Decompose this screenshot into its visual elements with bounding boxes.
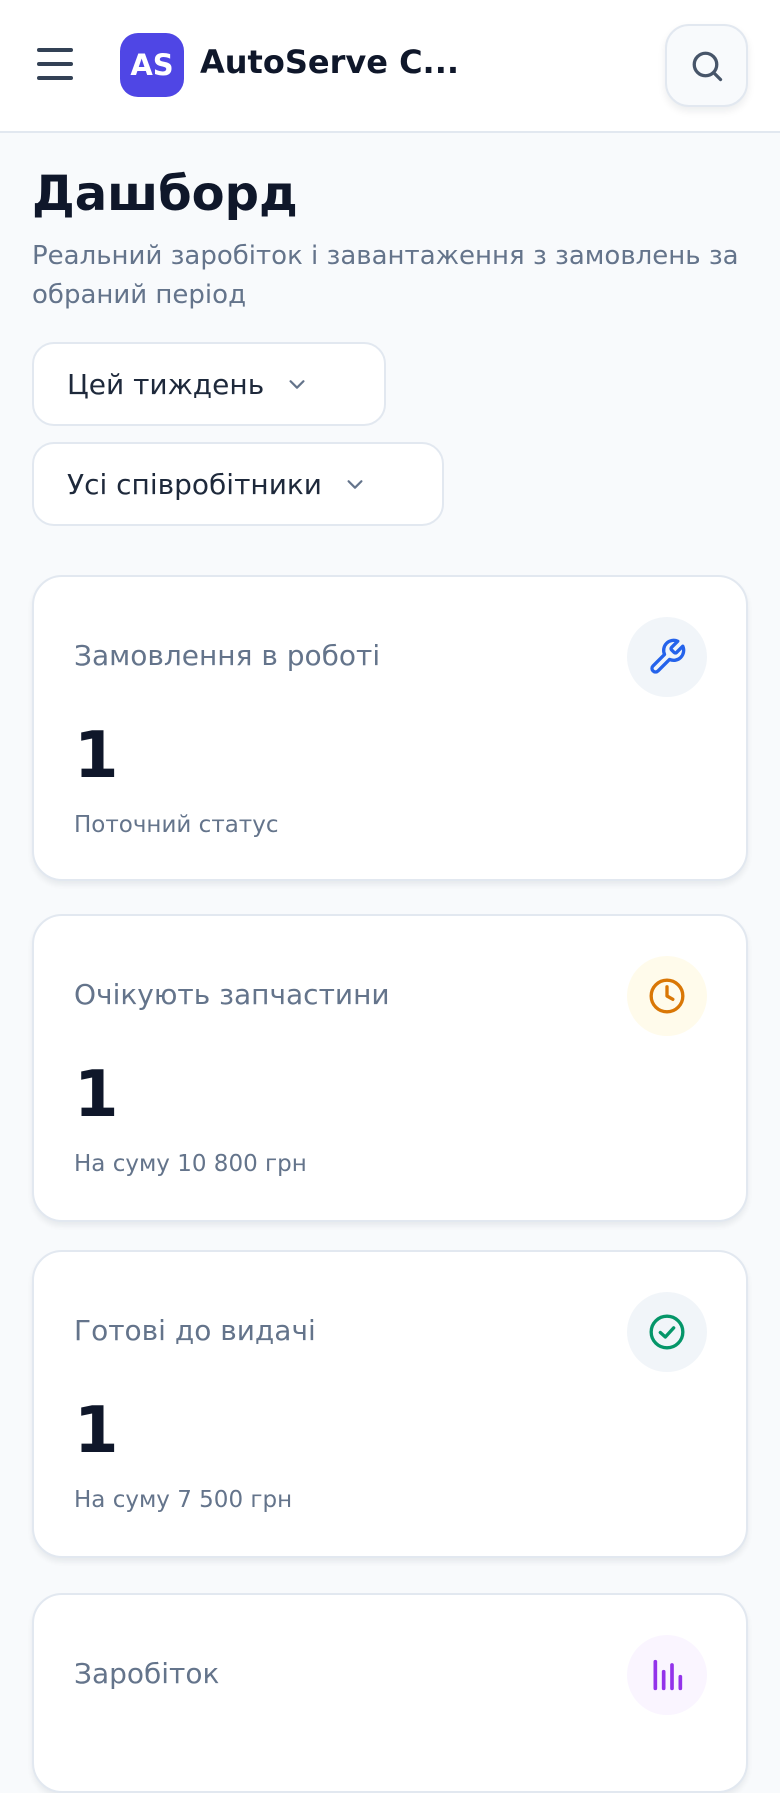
- top-app-bar: AS AutoServe C...: [0, 0, 780, 133]
- bar-chart-icon: [627, 1635, 707, 1715]
- stat-card-earnings[interactable]: Заробіток: [32, 1593, 748, 1793]
- stat-card-title: Готові до видачі: [74, 1314, 316, 1347]
- stat-card-ready[interactable]: Готові до видачі 1 На суму 7 500 грн: [32, 1250, 748, 1558]
- stat-card-title: Замовлення в роботі: [74, 639, 381, 672]
- stat-card-note: На суму 7 500 грн: [74, 1487, 293, 1513]
- staff-select[interactable]: Усі співробітники: [32, 442, 444, 526]
- page-title: Дашборд: [32, 166, 298, 222]
- chevron-down-icon: [286, 373, 308, 395]
- stat-card-note: Поточний статус: [74, 812, 279, 838]
- stat-card-value: 1: [74, 719, 119, 793]
- app-title: AutoServe C...: [200, 43, 460, 81]
- stat-card-awaiting-parts[interactable]: Очікують запчастини 1 На суму 10 800 грн: [32, 914, 748, 1222]
- search-icon: [692, 51, 722, 81]
- stat-card-value: 1: [74, 1058, 119, 1132]
- stat-card-value: 1: [74, 1394, 119, 1468]
- app-logo: AS: [120, 33, 184, 97]
- staff-select-value: Усі співробітники: [67, 467, 322, 501]
- stat-card-in-progress[interactable]: Замовлення в роботі 1 Поточний статус: [32, 575, 748, 881]
- stat-card-title: Очікують запчастини: [74, 978, 390, 1011]
- search-button[interactable]: [665, 24, 748, 107]
- hamburger-menu-icon[interactable]: [35, 46, 77, 82]
- chevron-down-icon: [344, 473, 366, 495]
- wrench-icon: [627, 617, 707, 697]
- stat-card-title: Заробіток: [74, 1657, 220, 1690]
- period-select[interactable]: Цей тиждень: [32, 342, 386, 426]
- stat-card-note: На суму 10 800 грн: [74, 1151, 307, 1177]
- clock-icon: [627, 956, 707, 1036]
- check-circle-icon: [627, 1292, 707, 1372]
- page-subtitle: Реальний заробіток і завантаження з замо…: [32, 241, 739, 310]
- period-select-value: Цей тиждень: [67, 367, 265, 401]
